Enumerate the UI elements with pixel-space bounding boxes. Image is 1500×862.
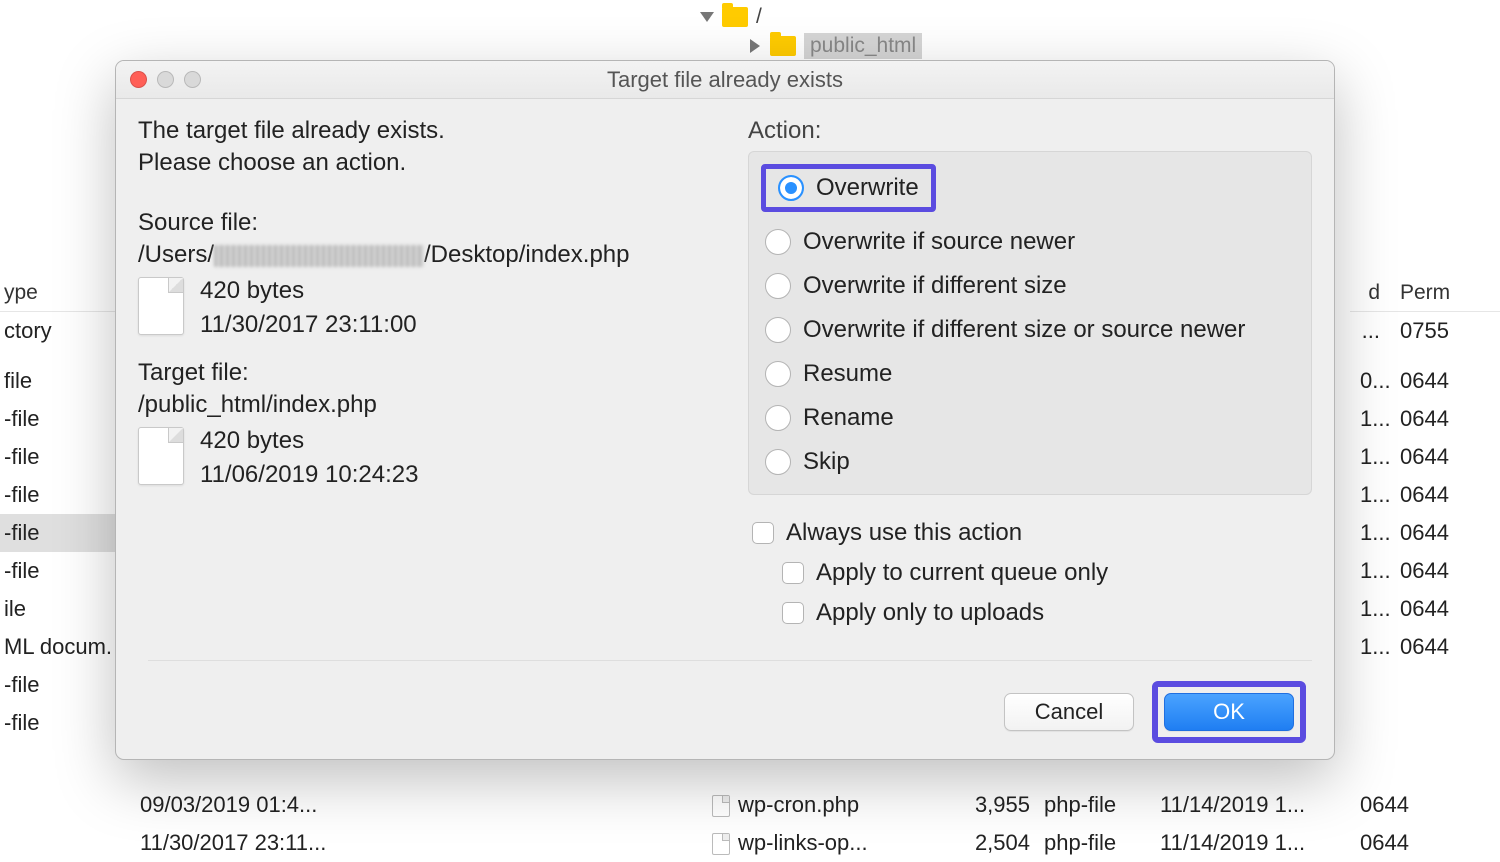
apply-uploads-checkbox-row[interactable]: Apply only to uploads bbox=[748, 593, 1312, 633]
bg-left-cell[interactable]: -file bbox=[0, 438, 119, 476]
bg-right-row[interactable] bbox=[1350, 350, 1500, 362]
bg-right-row[interactable]: 1...0644 bbox=[1350, 476, 1500, 514]
radio-icon[interactable] bbox=[765, 317, 791, 343]
radio-icon[interactable] bbox=[765, 405, 791, 431]
bg-right-row[interactable]: 1...0644 bbox=[1350, 628, 1500, 666]
radio-option-overwrite-if-different-size-or-source-newer[interactable]: Overwrite if different size or source ne… bbox=[761, 308, 1299, 352]
radio-label: Overwrite bbox=[816, 174, 919, 202]
disclosure-right-icon[interactable] bbox=[750, 39, 760, 53]
apply-queue-checkbox-row[interactable]: Apply to current queue only bbox=[748, 553, 1312, 593]
bg-right-row[interactable]: 1...0644 bbox=[1350, 400, 1500, 438]
overwrite-dialog: Target file already exists The target fi… bbox=[115, 60, 1335, 760]
bg-left-cell[interactable]: -file bbox=[0, 666, 119, 704]
file-row[interactable]: 09/03/2019 01:4...wp-cron.php3,955php-fi… bbox=[0, 786, 1500, 824]
radio-option-resume[interactable]: Resume bbox=[761, 352, 1299, 396]
ok-highlight: OK bbox=[1152, 681, 1306, 743]
remote-tree: / public_html bbox=[700, 5, 922, 63]
source-path-post: /Desktop/index.php bbox=[424, 241, 629, 268]
target-size: 420 bytes bbox=[200, 427, 418, 455]
radio-label: Overwrite if source newer bbox=[803, 228, 1075, 256]
disclosure-down-icon[interactable] bbox=[700, 12, 714, 22]
bg-right-row[interactable]: 0...0644 bbox=[1350, 362, 1500, 400]
radio-label: Skip bbox=[803, 448, 850, 476]
radio-icon[interactable] bbox=[765, 449, 791, 475]
radio-option-overwrite-if-source-newer[interactable]: Overwrite if source newer bbox=[761, 220, 1299, 264]
radio-icon[interactable] bbox=[765, 361, 791, 387]
bg-left-cell[interactable]: -file bbox=[0, 476, 119, 514]
always-use-checkbox-row[interactable]: Always use this action bbox=[748, 513, 1312, 553]
bg-right-row[interactable]: 1...0644 bbox=[1350, 438, 1500, 476]
source-date: 11/30/2017 23:11:00 bbox=[200, 311, 417, 339]
source-path-pre: /Users/ bbox=[138, 241, 214, 268]
radio-label: Overwrite if different size or source ne… bbox=[803, 316, 1245, 344]
bg-right-row[interactable]: 1...0644 bbox=[1350, 552, 1500, 590]
dialog-msg-line2: Please choose an action. bbox=[138, 149, 718, 177]
apply-queue-label: Apply to current queue only bbox=[816, 559, 1108, 587]
source-size: 420 bytes bbox=[200, 277, 417, 305]
checkbox-icon[interactable] bbox=[782, 602, 804, 624]
action-radio-group: Overwrite Overwrite if source newer Overwr… bbox=[748, 151, 1312, 495]
target-label: Target file: bbox=[138, 359, 718, 387]
file-icon bbox=[712, 795, 730, 817]
target-path: /public_html/index.php bbox=[138, 391, 718, 419]
radio-option-skip[interactable]: Skip bbox=[761, 440, 1299, 484]
source-path: /Users/ /Desktop/index.php bbox=[138, 241, 718, 269]
file-row[interactable]: 11/30/2017 23:11...wp-links-op...2,504ph… bbox=[0, 824, 1500, 862]
file-icon bbox=[138, 277, 184, 335]
radio-icon[interactable] bbox=[765, 229, 791, 255]
bg-left-cell[interactable]: -file bbox=[0, 400, 119, 438]
file-icon bbox=[138, 427, 184, 485]
zoom-icon bbox=[184, 71, 201, 88]
always-use-label: Always use this action bbox=[786, 519, 1022, 547]
bg-right-row[interactable]: ...0755 bbox=[1350, 312, 1500, 350]
close-icon[interactable] bbox=[130, 71, 147, 88]
ok-button[interactable]: OK bbox=[1164, 693, 1294, 731]
bg-left-cell[interactable]: file bbox=[0, 362, 119, 400]
target-date: 11/06/2019 10:24:23 bbox=[200, 461, 418, 489]
radio-label: Overwrite if different size bbox=[803, 272, 1067, 300]
radio-option-rename[interactable]: Rename bbox=[761, 396, 1299, 440]
checkbox-icon[interactable] bbox=[782, 562, 804, 584]
minimize-icon bbox=[157, 71, 174, 88]
dialog-title: Target file already exists bbox=[607, 67, 843, 93]
radio-option-overwrite[interactable]: Overwrite bbox=[761, 164, 936, 212]
radio-icon[interactable] bbox=[765, 273, 791, 299]
action-label: Action: bbox=[748, 117, 1312, 145]
titlebar: Target file already exists bbox=[116, 61, 1334, 99]
cancel-button[interactable]: Cancel bbox=[1004, 693, 1134, 731]
bg-left-cell[interactable]: ctory bbox=[0, 312, 119, 350]
bg-right-row[interactable]: 1...0644 bbox=[1350, 514, 1500, 552]
radio-option-overwrite-if-different-size[interactable]: Overwrite if different size bbox=[761, 264, 1299, 308]
radio-icon[interactable] bbox=[778, 175, 804, 201]
apply-uploads-label: Apply only to uploads bbox=[816, 599, 1044, 627]
bg-left-cell[interactable]: ML docum. bbox=[0, 628, 119, 666]
bg-left-cell[interactable] bbox=[0, 350, 119, 362]
cancel-button-label: Cancel bbox=[1035, 699, 1103, 725]
bg-left-cell[interactable]: ile bbox=[0, 590, 119, 628]
col-header-perm[interactable]: Perm bbox=[1390, 275, 1500, 311]
dialog-footer: Cancel OK bbox=[148, 660, 1312, 743]
tree-child-label[interactable]: public_html bbox=[804, 33, 922, 59]
source-label: Source file: bbox=[138, 209, 718, 237]
bg-left-cell[interactable]: -file bbox=[0, 552, 119, 590]
redacted-text bbox=[214, 245, 424, 267]
checkbox-icon[interactable] bbox=[752, 522, 774, 544]
bg-left-cell[interactable]: -file bbox=[0, 514, 119, 552]
radio-label: Resume bbox=[803, 360, 892, 388]
bg-file-rows: 09/03/2019 01:4...wp-cron.php3,955php-fi… bbox=[0, 786, 1500, 862]
folder-icon bbox=[770, 36, 796, 56]
bg-right-row[interactable]: 1...0644 bbox=[1350, 590, 1500, 628]
dialog-right-pane: Action: Overwrite Overwrite if source new… bbox=[748, 117, 1312, 759]
folder-icon bbox=[722, 7, 748, 27]
radio-label: Rename bbox=[803, 404, 894, 432]
bg-left-cell[interactable]: -file bbox=[0, 704, 119, 742]
bg-right-columns: d Perm ...07550...06441...06441...06441.… bbox=[1350, 275, 1500, 666]
tree-root-label[interactable]: / bbox=[756, 5, 762, 29]
ok-button-label: OK bbox=[1213, 699, 1245, 725]
bg-left-column: ype ctoryfile-file-file-file-file-fileil… bbox=[0, 275, 120, 742]
dialog-msg-line1: The target file already exists. bbox=[138, 117, 718, 145]
col-header-d[interactable]: d bbox=[1350, 275, 1390, 311]
file-icon bbox=[712, 833, 730, 855]
col-header-type[interactable]: ype bbox=[0, 275, 119, 312]
